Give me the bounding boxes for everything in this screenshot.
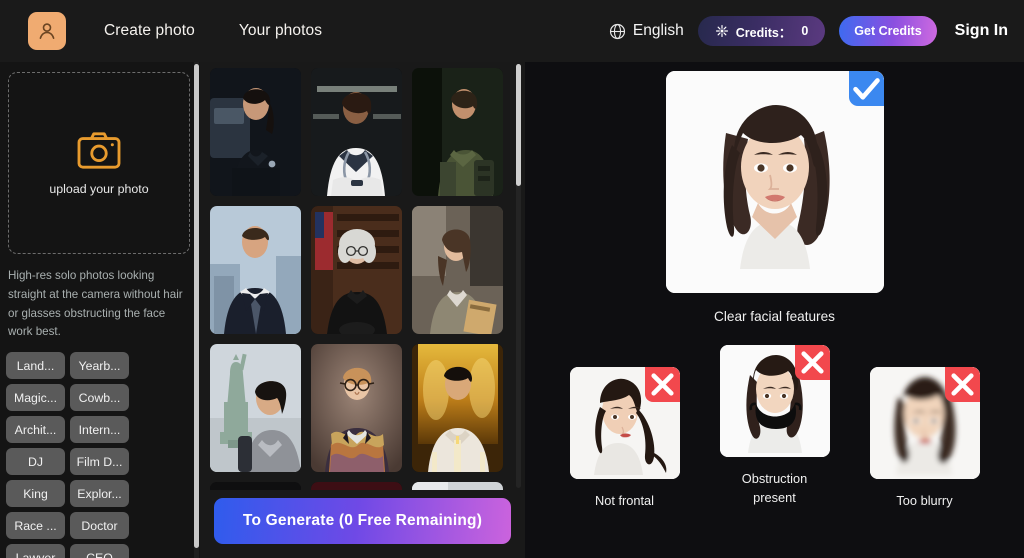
style-tag[interactable]: Cowb... (70, 384, 129, 412)
cross-icon (644, 366, 680, 402)
cross-icon (944, 366, 980, 402)
style-tag[interactable]: Explor... (70, 480, 129, 508)
cross-icon (794, 344, 830, 380)
style-tag[interactable]: Doctor (70, 512, 129, 540)
camera-icon (76, 130, 122, 170)
style-tag[interactable]: Land... (6, 352, 65, 380)
bad-examples-row: Not frontal Obstruction present Too blur… (525, 344, 1024, 511)
bad-example-photo[interactable] (569, 366, 680, 479)
photo-cell-police-officer[interactable] (210, 68, 301, 196)
left-sidebar: upload your photo High-res solo photos l… (0, 62, 200, 558)
upload-label: upload your photo (49, 182, 149, 196)
photo-gallery (200, 62, 525, 490)
upload-hint-text: High-res solo photos looking straight at… (8, 269, 183, 339)
app-header: Create photo Your photos English Credits… (0, 0, 1024, 62)
bad-example-obstruction: Obstruction present (719, 344, 830, 508)
photo-cell-yearbook-glasses[interactable] (311, 344, 402, 472)
bad-example-caption: Not frontal (594, 492, 655, 508)
app-body: upload your photo High-res solo photos l… (0, 62, 1024, 558)
style-tag[interactable]: Race ... (6, 512, 65, 540)
to-generate-button[interactable]: To Generate (0 Free Remaining) (214, 498, 511, 544)
main-nav: Create photo Your photos (104, 22, 322, 40)
style-tag[interactable]: King (6, 480, 65, 508)
bad-example-caption: Obstruction present (741, 470, 808, 505)
bad-example-photo[interactable] (719, 344, 830, 457)
photo-cell-woman-clipboard[interactable] (412, 206, 503, 334)
good-example-card: Clear facial features (665, 71, 884, 327)
header-actions: English Credits： 0 Get Credits Sign In (609, 16, 1008, 46)
credits-pill[interactable]: Credits： 0 (697, 16, 826, 46)
generate-bar: To Generate (0 Free Remaining) (200, 490, 525, 558)
gallery-scrollbar[interactable] (516, 64, 521, 488)
bad-example-photo[interactable] (869, 366, 980, 479)
style-tag[interactable]: Yearb... (70, 352, 129, 380)
photo-cell-partial-c[interactable] (412, 482, 503, 490)
nav-item-create-photo[interactable]: Create photo (104, 22, 195, 40)
style-tag[interactable]: Intern... (70, 416, 129, 444)
style-tag-list: Land... Yearb... Magic... Cowb... Archit… (6, 352, 192, 558)
photo-cell-tourist-statue-of-liberty[interactable] (210, 344, 301, 472)
good-example-photo[interactable] (665, 71, 884, 293)
style-tag[interactable]: Film D... (70, 448, 129, 476)
bad-example-not-frontal: Not frontal (569, 366, 680, 511)
language-label: English (632, 22, 684, 39)
globe-icon (609, 23, 626, 40)
nav-item-your-photos[interactable]: Your photos (239, 22, 322, 40)
sidebar-scrollbar[interactable] (194, 62, 199, 558)
language-selector[interactable]: English (609, 22, 684, 40)
photo-cell-partial-b[interactable] (311, 482, 402, 490)
get-credits-button[interactable]: Get Credits (839, 16, 937, 46)
photo-cell-businessman[interactable] (210, 206, 301, 334)
photo-cell-doctor[interactable] (311, 68, 402, 196)
style-tag[interactable]: CEO (70, 544, 129, 558)
person-avatar-icon[interactable] (28, 12, 66, 50)
style-tag[interactable]: Magic... (6, 384, 65, 412)
sidebar-scrollbar-thumb[interactable] (194, 64, 199, 548)
bad-example-caption: Too blurry (896, 492, 953, 508)
photo-cell-soldier[interactable] (412, 68, 503, 196)
photo-cell-judge[interactable] (311, 206, 402, 334)
app-root: Create photo Your photos English Credits… (0, 0, 1024, 558)
photo-guidelines-panel: Clear facial features Not frontal Obstru… (525, 62, 1024, 558)
photo-cell-partial-a[interactable] (210, 482, 301, 490)
sign-in-button[interactable]: Sign In (955, 22, 1008, 40)
photo-cell-golden-award[interactable] (412, 344, 503, 472)
good-example-caption: Clear facial features (714, 309, 835, 324)
gallery-scrollbar-thumb[interactable] (516, 64, 521, 186)
check-icon (848, 71, 884, 106)
credits-label: Credits： (735, 25, 792, 40)
style-tag[interactable]: Lawyer (6, 544, 65, 558)
bad-example-too-blurry: Too blurry (869, 366, 980, 511)
photo-grid (210, 68, 511, 490)
sparkle-icon (715, 24, 729, 38)
credits-value: 0 (801, 24, 809, 38)
upload-photo-dropzone[interactable]: upload your photo (8, 72, 190, 254)
gallery-column: To Generate (0 Free Remaining) (200, 62, 525, 558)
style-tag[interactable]: DJ (6, 448, 65, 476)
style-tag[interactable]: Archit... (6, 416, 65, 444)
